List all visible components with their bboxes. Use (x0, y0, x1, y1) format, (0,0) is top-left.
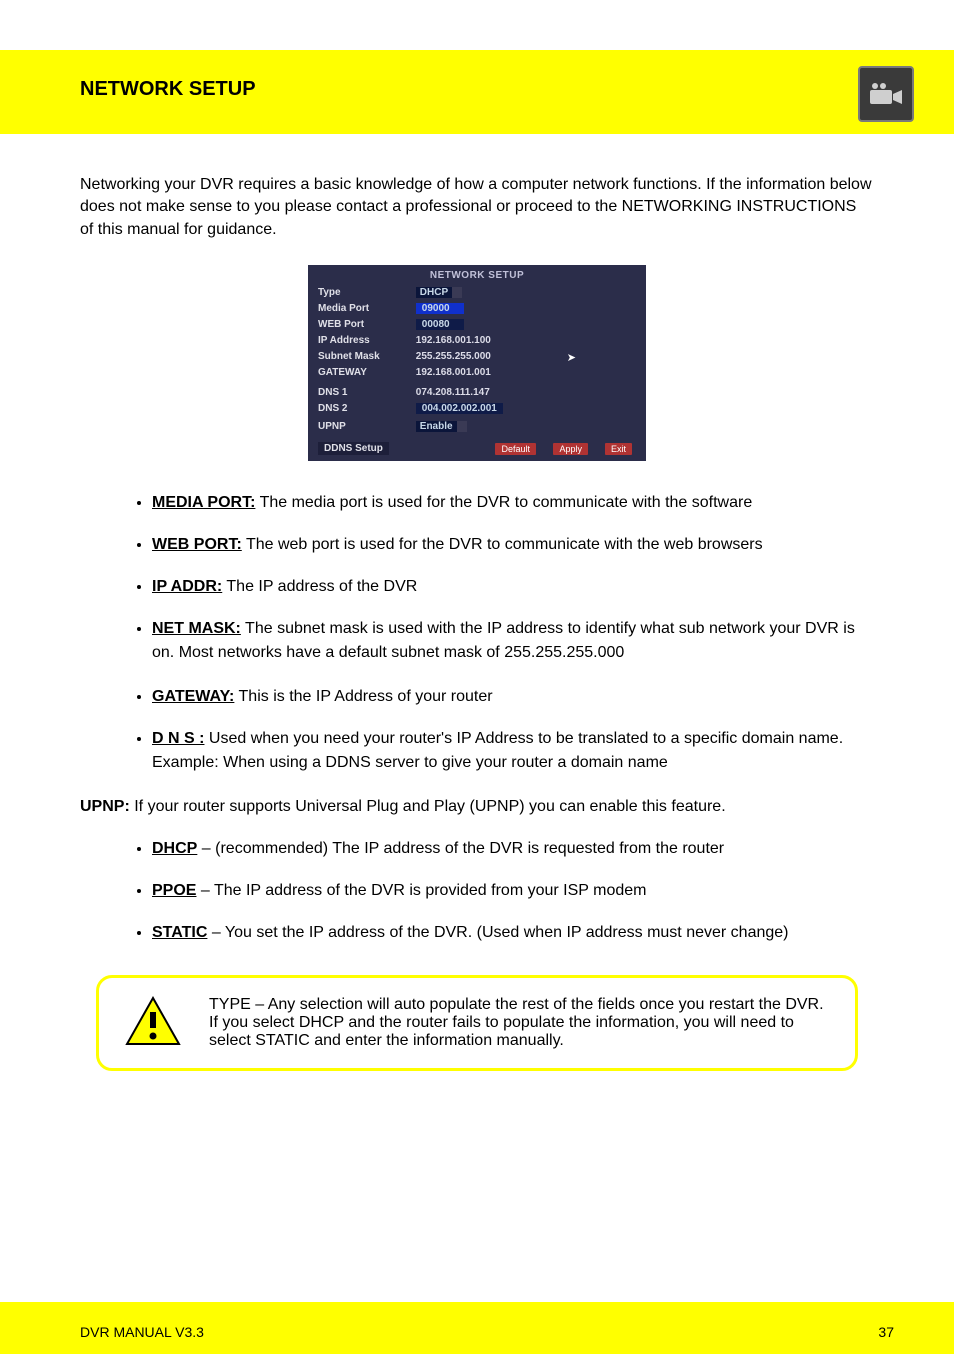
list-item: PPOE – The IP address of the DVR is prov… (152, 879, 874, 903)
ss-gateway-value: 192.168.001.001 (416, 367, 491, 378)
list-item: DHCP – (recommended) The IP address of t… (152, 837, 874, 861)
definitions-list-b: GATEWAY: This is the IP Address of your … (80, 685, 874, 775)
cursor-icon: ➤ (567, 351, 576, 364)
ss-label-dns1: DNS 1 (318, 387, 413, 398)
list-item: STATIC – You set the IP address of the D… (152, 921, 874, 945)
warning-callout: TYPE – Any selection will auto populate … (96, 975, 858, 1071)
ss-web-port-input[interactable]: 00080 (416, 319, 464, 330)
ss-default-button[interactable]: Default (495, 443, 536, 455)
page-title: NETWORK SETUP (80, 78, 256, 101)
ss-exit-button[interactable]: Exit (605, 443, 632, 455)
ss-apply-button[interactable]: Apply (553, 443, 588, 455)
ss-dns2-input[interactable]: 004.002.002.001 (416, 403, 503, 414)
footer-band: DVR MANUAL V3.3 37 (0, 1302, 954, 1354)
ss-ddns-button[interactable]: DDNS Setup (318, 442, 389, 455)
definitions-list-a: MEDIA PORT: The media port is used for t… (80, 491, 874, 665)
list-item: D N S : Used when you need your router's… (152, 727, 874, 775)
callout-text: TYPE – Any selection will auto populate … (209, 996, 831, 1050)
screenshot-title: NETWORK SETUP (308, 270, 646, 281)
ss-upnp-dropdown[interactable]: Enable (416, 421, 467, 432)
ss-media-port-input[interactable]: 09000 (416, 303, 464, 314)
ss-label-subnet: Subnet Mask (318, 351, 413, 362)
ss-label-type: Type (318, 287, 413, 298)
ss-subnet-value: 255.255.255.000 (416, 351, 491, 362)
ss-label-ip: IP Address (318, 335, 413, 346)
list-item: MEDIA PORT: The media port is used for t… (152, 491, 874, 515)
upnp-paragraph: UPNP: If your router supports Universal … (80, 795, 874, 819)
ss-dns1-value: 074.208.111.147 (416, 387, 490, 398)
ss-label-webport: WEB Port (318, 319, 413, 330)
list-item: GATEWAY: This is the IP Address of your … (152, 685, 874, 709)
list-item: WEB PORT: The web port is used for the D… (152, 533, 874, 557)
ss-label-gateway: GATEWAY (318, 367, 413, 378)
ss-label-dns2: DNS 2 (318, 403, 413, 414)
list-item: IP ADDR: The IP address of the DVR (152, 575, 874, 599)
list-item: NET MASK: The subnet mask is used with t… (152, 617, 874, 665)
ss-ip-value: 192.168.001.100 (416, 335, 491, 346)
ss-label-upnp: UPNP (318, 421, 413, 432)
warning-icon (125, 996, 181, 1046)
camera-icon (858, 66, 914, 122)
footer-text: DVR MANUAL V3.3 (80, 1324, 204, 1340)
page-number: 37 (878, 1324, 894, 1340)
intro-text: Networking your DVR requires a basic kno… (80, 174, 874, 241)
ss-label-mediaport: Media Port (318, 303, 413, 314)
network-setup-screenshot: NETWORK SETUP Type DHCP Media Port 09000… (308, 265, 646, 461)
ss-type-dropdown[interactable]: DHCP (416, 287, 462, 298)
definitions-list-c: DHCP – (recommended) The IP address of t… (80, 837, 874, 945)
header-band: NETWORK SETUP (0, 50, 954, 134)
